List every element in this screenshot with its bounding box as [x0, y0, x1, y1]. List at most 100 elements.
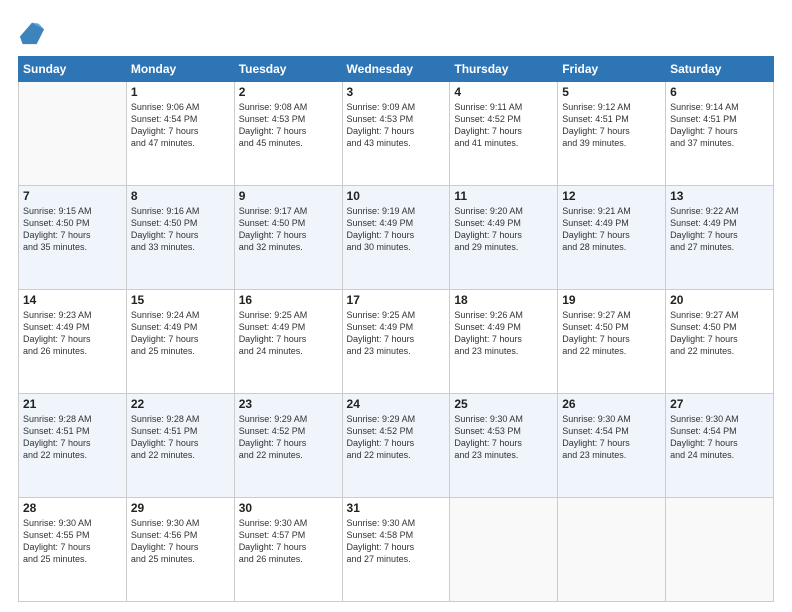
day-info: Sunrise: 9:19 AM Sunset: 4:49 PM Dayligh… [347, 205, 446, 254]
day-number: 27 [670, 397, 769, 411]
calendar-cell: 23 Sunrise: 9:29 AM Sunset: 4:52 PM Dayli… [234, 394, 342, 498]
day-number: 20 [670, 293, 769, 307]
calendar-cell [19, 82, 127, 186]
calendar-cell: 15 Sunrise: 9:24 AM Sunset: 4:49 PM Dayli… [126, 290, 234, 394]
calendar-cell: 22 Sunrise: 9:28 AM Sunset: 4:51 PM Dayli… [126, 394, 234, 498]
calendar-week-row: 7Sunrise: 9:15 AM Sunset: 4:50 PM Daylig… [19, 186, 774, 290]
calendar-cell [450, 498, 558, 602]
day-info: Sunrise: 9:25 AM Sunset: 4:49 PM Dayligh… [239, 309, 338, 358]
day-number: 15 [131, 293, 230, 307]
day-number: 3 [347, 85, 446, 99]
day-info: Sunrise: 9:27 AM Sunset: 4:50 PM Dayligh… [562, 309, 661, 358]
col-header-sunday: Sunday [19, 57, 127, 82]
day-number: 5 [562, 85, 661, 99]
day-info: Sunrise: 9:11 AM Sunset: 4:52 PM Dayligh… [454, 101, 553, 150]
calendar-cell: 30Sunrise: 9:30 AM Sunset: 4:57 PM Dayli… [234, 498, 342, 602]
day-info: Sunrise: 9:30 AM Sunset: 4:54 PM Dayligh… [562, 413, 661, 462]
calendar-cell: 28 Sunrise: 9:30 AM Sunset: 4:55 PM Dayli… [19, 498, 127, 602]
day-info: Sunrise: 9:27 AM Sunset: 4:50 PM Dayligh… [670, 309, 769, 358]
day-number: 1 [131, 85, 230, 99]
calendar-week-row: 21 Sunrise: 9:28 AM Sunset: 4:51 PM Dayli… [19, 394, 774, 498]
day-info: Sunrise: 9:24 AM Sunset: 4:49 PM Dayligh… [131, 309, 230, 358]
day-info: Sunrise: 9:20 AM Sunset: 4:49 PM Dayligh… [454, 205, 553, 254]
day-number: 4 [454, 85, 553, 99]
day-info: Sunrise: 9:28 AM Sunset: 4:51 PM Dayligh… [23, 413, 122, 462]
day-info: Sunrise: 9:12 AM Sunset: 4:51 PM Dayligh… [562, 101, 661, 150]
calendar-cell: 31 Sunrise: 9:30 AM Sunset: 4:58 PM Dayli… [342, 498, 450, 602]
day-number: 24 [347, 397, 446, 411]
day-number: 8 [131, 189, 230, 203]
calendar-cell [666, 498, 774, 602]
calendar-cell: 11 Sunrise: 9:20 AM Sunset: 4:49 PM Dayli… [450, 186, 558, 290]
calendar-cell: 3Sunrise: 9:09 AM Sunset: 4:53 PM Daylig… [342, 82, 450, 186]
day-info: Sunrise: 9:23 AM Sunset: 4:49 PM Dayligh… [23, 309, 122, 358]
day-number: 31 [347, 501, 446, 515]
calendar-cell: 24 Sunrise: 9:29 AM Sunset: 4:52 PM Dayli… [342, 394, 450, 498]
day-info: Sunrise: 9:29 AM Sunset: 4:52 PM Dayligh… [347, 413, 446, 462]
page: SundayMondayTuesdayWednesdayThursdayFrid… [0, 0, 792, 612]
calendar-header-row: SundayMondayTuesdayWednesdayThursdayFrid… [19, 57, 774, 82]
day-number: 23 [239, 397, 338, 411]
calendar-cell: 5 Sunrise: 9:12 AM Sunset: 4:51 PM Daylig… [558, 82, 666, 186]
day-number: 28 [23, 501, 122, 515]
calendar-cell: 6 Sunrise: 9:14 AM Sunset: 4:51 PM Daylig… [666, 82, 774, 186]
day-number: 7 [23, 189, 122, 203]
day-info: Sunrise: 9:25 AM Sunset: 4:49 PM Dayligh… [347, 309, 446, 358]
day-info: Sunrise: 9:30 AM Sunset: 4:55 PM Dayligh… [23, 517, 122, 566]
day-info: Sunrise: 9:30 AM Sunset: 4:56 PM Dayligh… [131, 517, 230, 566]
logo [18, 18, 48, 46]
day-info: Sunrise: 9:30 AM Sunset: 4:57 PM Dayligh… [239, 517, 338, 566]
day-info: Sunrise: 9:30 AM Sunset: 4:54 PM Dayligh… [670, 413, 769, 462]
day-info: Sunrise: 9:08 AM Sunset: 4:53 PM Dayligh… [239, 101, 338, 150]
day-number: 26 [562, 397, 661, 411]
calendar-cell: 21 Sunrise: 9:28 AM Sunset: 4:51 PM Dayli… [19, 394, 127, 498]
calendar-cell: 25 Sunrise: 9:30 AM Sunset: 4:53 PM Dayli… [450, 394, 558, 498]
calendar-cell: 16 Sunrise: 9:25 AM Sunset: 4:49 PM Dayli… [234, 290, 342, 394]
calendar-cell: 17Sunrise: 9:25 AM Sunset: 4:49 PM Dayli… [342, 290, 450, 394]
logo-icon [18, 18, 46, 46]
day-number: 16 [239, 293, 338, 307]
calendar-week-row: 1 Sunrise: 9:06 AM Sunset: 4:54 PM Daylig… [19, 82, 774, 186]
day-info: Sunrise: 9:26 AM Sunset: 4:49 PM Dayligh… [454, 309, 553, 358]
day-number: 6 [670, 85, 769, 99]
day-number: 14 [23, 293, 122, 307]
day-number: 22 [131, 397, 230, 411]
day-number: 25 [454, 397, 553, 411]
day-info: Sunrise: 9:30 AM Sunset: 4:58 PM Dayligh… [347, 517, 446, 566]
day-number: 9 [239, 189, 338, 203]
calendar-cell: 4 Sunrise: 9:11 AM Sunset: 4:52 PM Daylig… [450, 82, 558, 186]
day-number: 10 [347, 189, 446, 203]
calendar-cell: 8 Sunrise: 9:16 AM Sunset: 4:50 PM Daylig… [126, 186, 234, 290]
calendar-cell: 27 Sunrise: 9:30 AM Sunset: 4:54 PM Dayli… [666, 394, 774, 498]
calendar-week-row: 28 Sunrise: 9:30 AM Sunset: 4:55 PM Dayli… [19, 498, 774, 602]
calendar-cell: 26 Sunrise: 9:30 AM Sunset: 4:54 PM Dayli… [558, 394, 666, 498]
calendar-cell: 14 Sunrise: 9:23 AM Sunset: 4:49 PM Dayli… [19, 290, 127, 394]
calendar-cell: 19 Sunrise: 9:27 AM Sunset: 4:50 PM Dayli… [558, 290, 666, 394]
calendar-cell: 10 Sunrise: 9:19 AM Sunset: 4:49 PM Dayli… [342, 186, 450, 290]
day-info: Sunrise: 9:21 AM Sunset: 4:49 PM Dayligh… [562, 205, 661, 254]
day-info: Sunrise: 9:14 AM Sunset: 4:51 PM Dayligh… [670, 101, 769, 150]
day-info: Sunrise: 9:30 AM Sunset: 4:53 PM Dayligh… [454, 413, 553, 462]
day-info: Sunrise: 9:17 AM Sunset: 4:50 PM Dayligh… [239, 205, 338, 254]
calendar-cell: 18 Sunrise: 9:26 AM Sunset: 4:49 PM Dayli… [450, 290, 558, 394]
calendar-table: SundayMondayTuesdayWednesdayThursdayFrid… [18, 56, 774, 602]
calendar-cell: 20 Sunrise: 9:27 AM Sunset: 4:50 PM Dayli… [666, 290, 774, 394]
day-number: 21 [23, 397, 122, 411]
calendar-cell: 7Sunrise: 9:15 AM Sunset: 4:50 PM Daylig… [19, 186, 127, 290]
day-number: 13 [670, 189, 769, 203]
col-header-wednesday: Wednesday [342, 57, 450, 82]
day-number: 2 [239, 85, 338, 99]
col-header-thursday: Thursday [450, 57, 558, 82]
day-info: Sunrise: 9:28 AM Sunset: 4:51 PM Dayligh… [131, 413, 230, 462]
day-info: Sunrise: 9:06 AM Sunset: 4:54 PM Dayligh… [131, 101, 230, 150]
header [18, 18, 774, 46]
day-info: Sunrise: 9:29 AM Sunset: 4:52 PM Dayligh… [239, 413, 338, 462]
day-number: 11 [454, 189, 553, 203]
col-header-saturday: Saturday [666, 57, 774, 82]
calendar-week-row: 14 Sunrise: 9:23 AM Sunset: 4:49 PM Dayli… [19, 290, 774, 394]
day-number: 18 [454, 293, 553, 307]
calendar-cell: 1 Sunrise: 9:06 AM Sunset: 4:54 PM Daylig… [126, 82, 234, 186]
day-number: 29 [131, 501, 230, 515]
day-number: 19 [562, 293, 661, 307]
day-info: Sunrise: 9:16 AM Sunset: 4:50 PM Dayligh… [131, 205, 230, 254]
